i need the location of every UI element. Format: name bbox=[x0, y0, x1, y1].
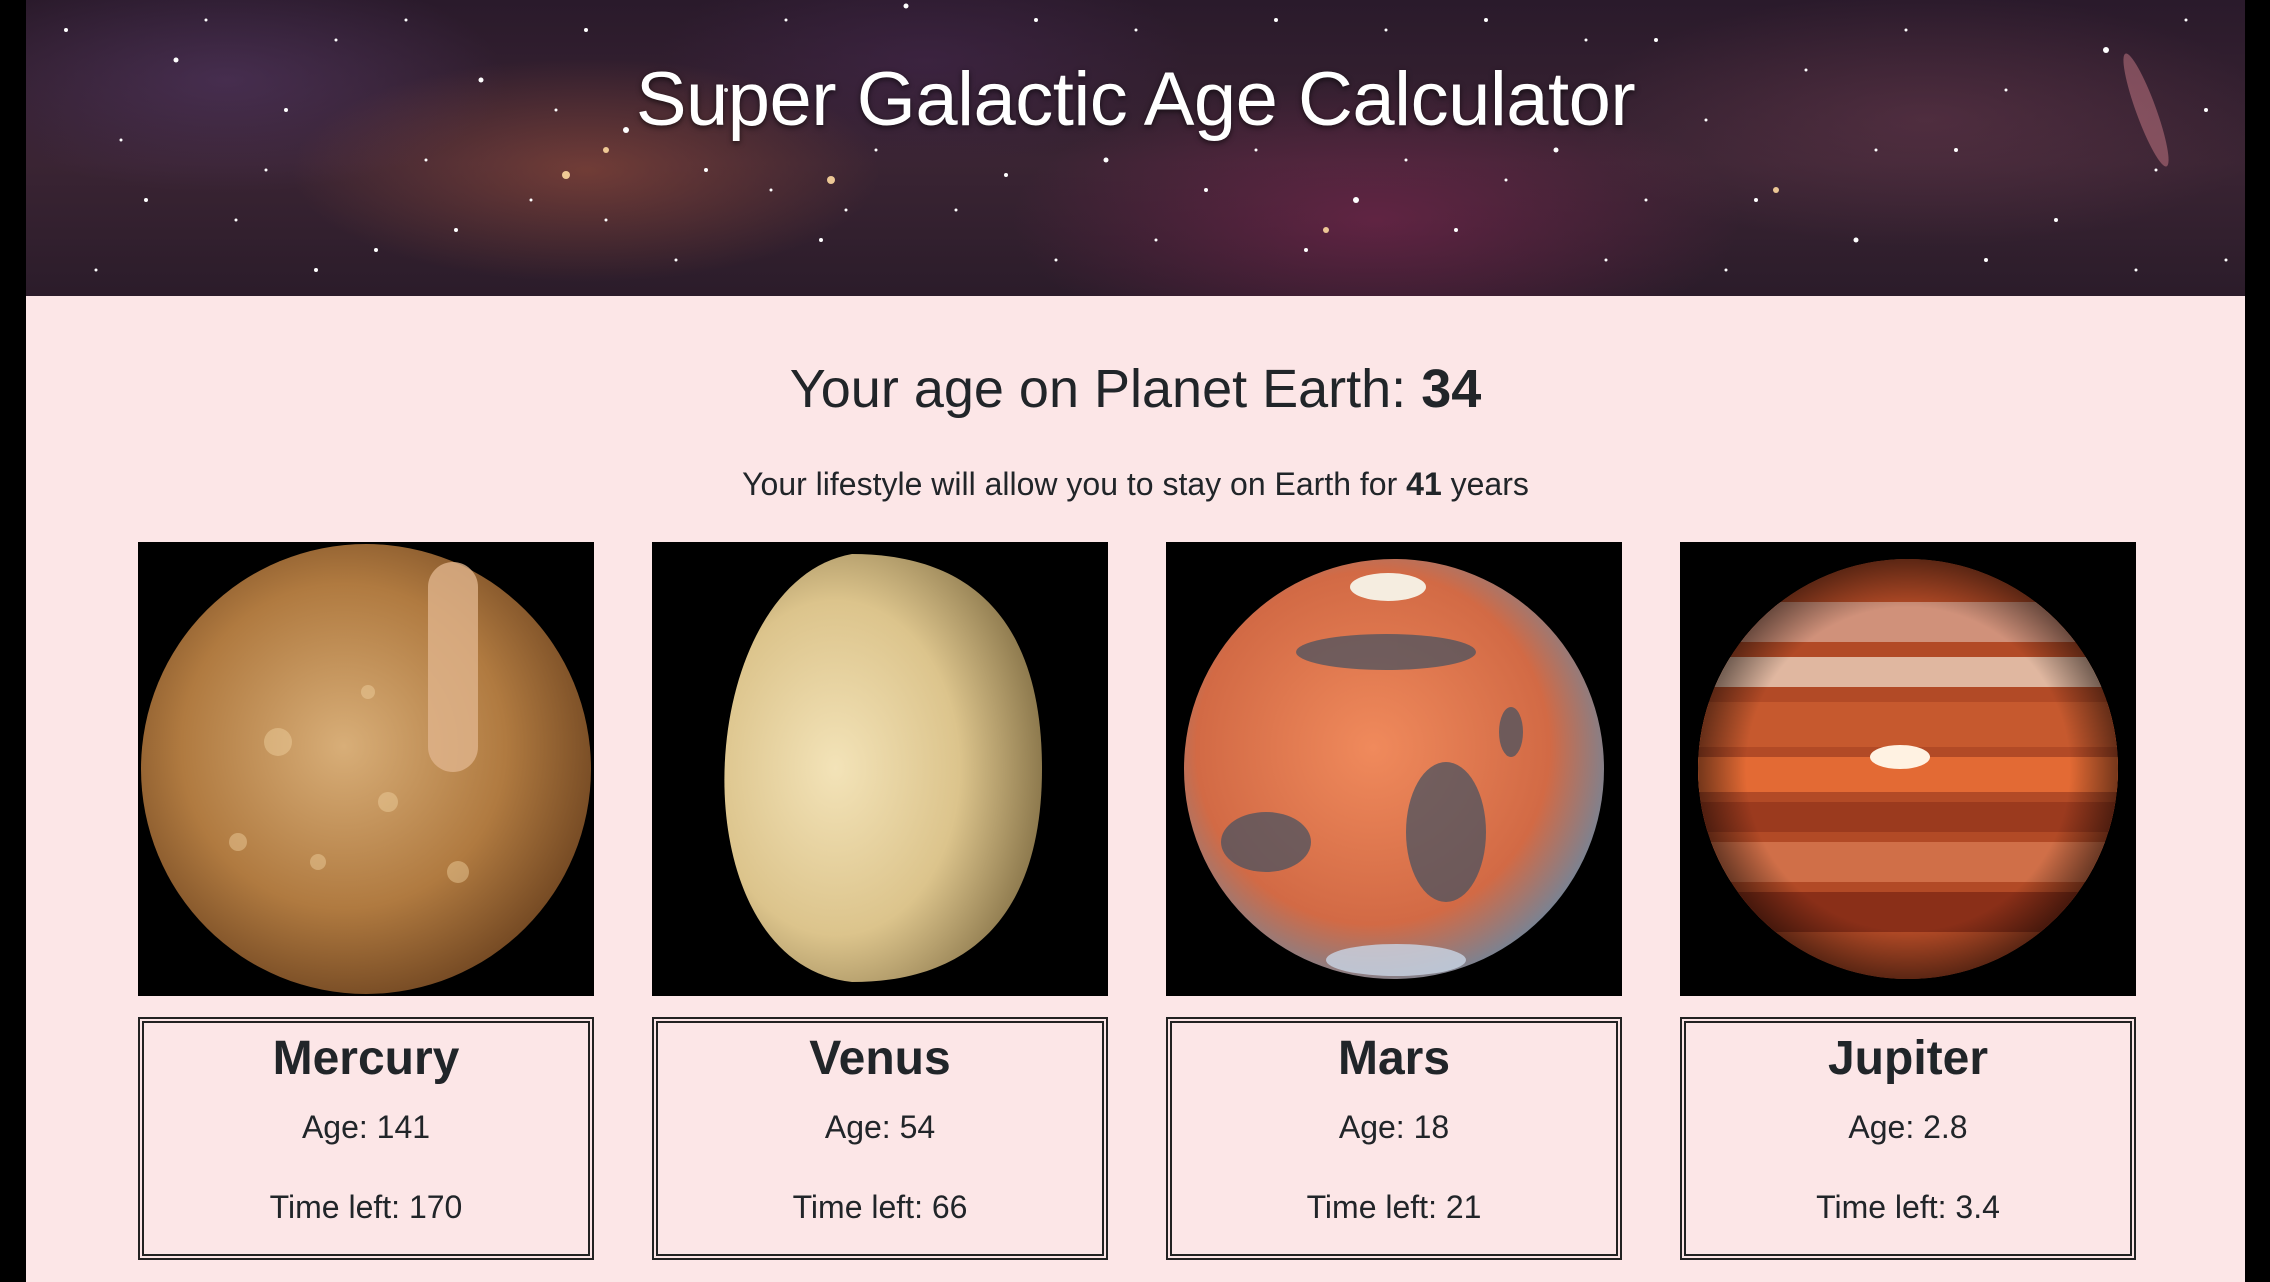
planet-time-left: Time left: 170 bbox=[269, 1189, 463, 1225]
planet-name: Mercury bbox=[272, 1032, 460, 1085]
planet-age: Age: 2.8 bbox=[1848, 1109, 1968, 1145]
planet-card-venus: Venus Age: 54 Time left: 66 bbox=[652, 1017, 1108, 1260]
space-banner: Super Galactic Age Calculator bbox=[26, 0, 2245, 296]
lifestyle-prefix: Your lifestyle will allow you to stay on… bbox=[742, 466, 1407, 502]
page-title: Super Galactic Age Calculator bbox=[635, 57, 1636, 142]
mercury-image bbox=[138, 542, 594, 996]
planet-card-mercury: Mercury Age: 141 Time left: 170 bbox=[138, 1017, 594, 1260]
planet-name: Mars bbox=[1337, 1032, 1451, 1085]
planet-time-left: Time left: 66 bbox=[792, 1189, 968, 1225]
planet-age: Age: 141 bbox=[301, 1109, 431, 1145]
earth-age-label: Your age on Planet Earth: bbox=[789, 359, 1422, 419]
starfield bbox=[64, 3, 2228, 272]
earth-age-heading: Your age on Planet Earth: 34 bbox=[26, 358, 2245, 420]
planet-card-mars: Mars Age: 18 Time left: 21 bbox=[1166, 1017, 1622, 1260]
planet-time-left: Time left: 3.4 bbox=[1816, 1189, 2000, 1225]
planet-time-left: Time left: 21 bbox=[1306, 1189, 1482, 1225]
lifestyle-text: Your lifestyle will allow you to stay on… bbox=[26, 466, 2245, 503]
planet-name: Jupiter bbox=[1827, 1032, 1989, 1085]
planet-age: Age: 18 bbox=[1338, 1109, 1450, 1145]
planet-age: Age: 54 bbox=[824, 1109, 936, 1145]
venus-image bbox=[652, 542, 1108, 996]
lifestyle-suffix: years bbox=[1441, 466, 1529, 502]
mars-image bbox=[1166, 542, 1622, 996]
jupiter-image bbox=[1680, 542, 2136, 996]
planet-card-jupiter: Jupiter Age: 2.8 Time left: 3.4 bbox=[1680, 1017, 2136, 1260]
planet-name: Venus bbox=[809, 1032, 951, 1085]
page-body: Super Galactic Age Calculator Your age o… bbox=[26, 0, 2245, 1282]
earth-age-value: 34 bbox=[1421, 359, 1482, 419]
years-left-value: 41 bbox=[1406, 466, 1442, 502]
